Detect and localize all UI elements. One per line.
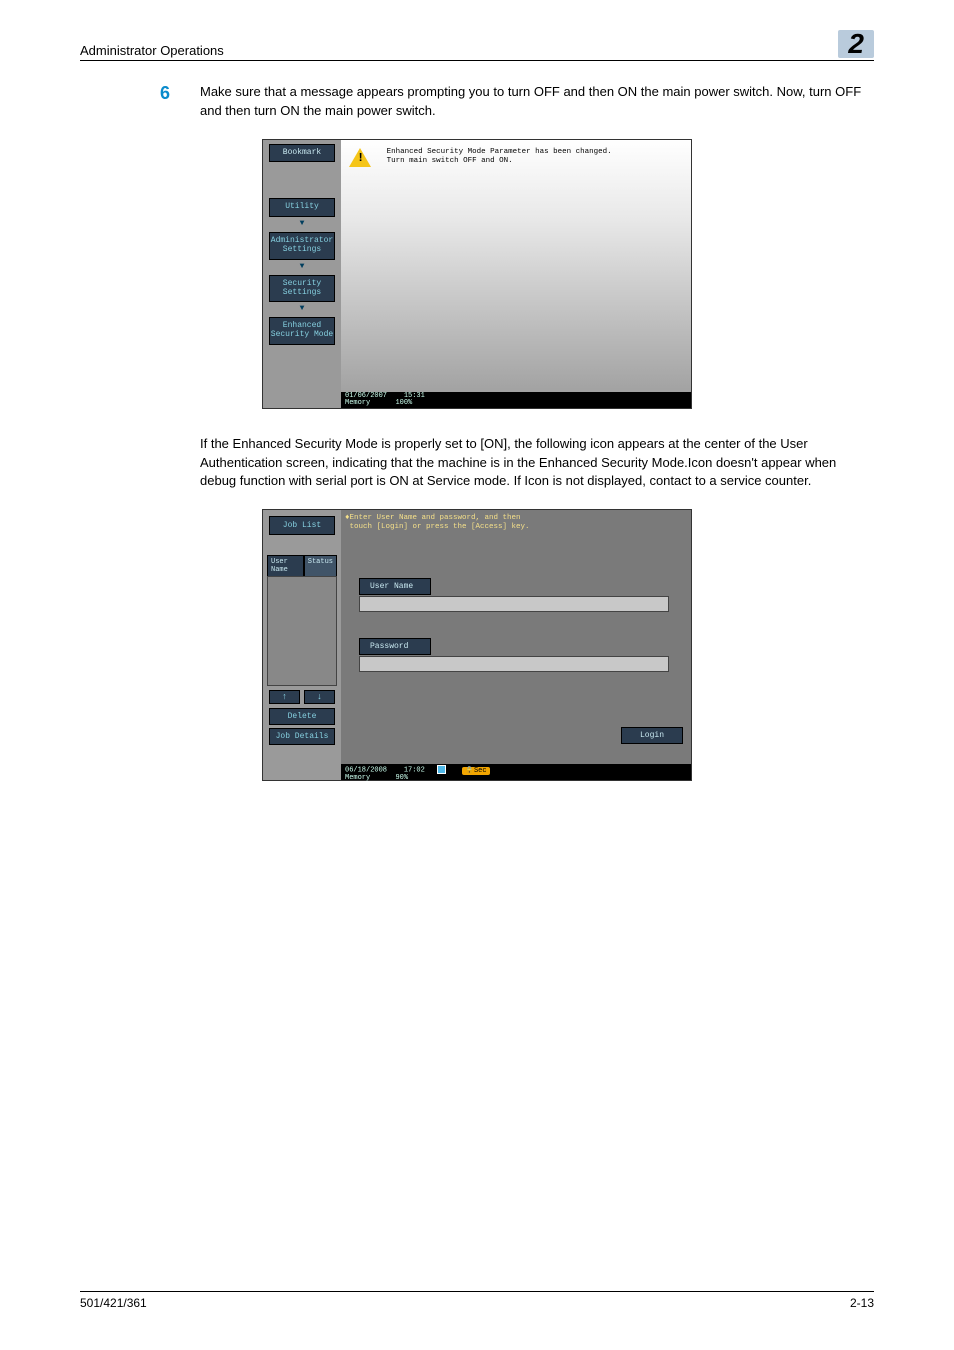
arrow-down-icon: ▼ (263, 304, 341, 313)
username-label[interactable]: User Name (359, 578, 431, 595)
message-panel: Enhanced Security Mode Parameter has bee… (341, 140, 691, 392)
status-mem-label: Memory (345, 399, 370, 407)
header-title: Administrator Operations (80, 43, 224, 58)
nav-buttons: ↑ ↓ (269, 690, 335, 704)
breadcrumb-admin-settings[interactable]: Administrator Settings (269, 232, 335, 260)
page-footer: 501/421/361 2-13 (80, 1291, 874, 1310)
arrow-down-icon: ▼ (263, 219, 341, 228)
screenshot-login: Job List User Name Status ↑ ↓ Delete Job… (262, 509, 692, 781)
scroll-up-button[interactable]: ↑ (269, 690, 300, 704)
env-icon (437, 765, 446, 774)
arrow-down-icon: ▼ (263, 262, 341, 271)
password-label[interactable]: Password (359, 638, 431, 655)
status-mem-val: 90% (395, 774, 408, 782)
step-text: Make sure that a message appears prompti… (200, 83, 874, 121)
breadcrumb-utility[interactable]: Utility (269, 198, 335, 217)
follow-up-paragraph: If the Enhanced Security Mode is properl… (200, 435, 874, 492)
status-bar: 06/18/2008 17:02 🔒Sec Memory 90% (341, 764, 691, 780)
screenshot-security-mode: Bookmark Utility ▼ Administrator Setting… (262, 139, 692, 409)
job-list-area (267, 576, 337, 686)
breadcrumb-enhanced-security[interactable]: Enhanced Security Mode (269, 317, 335, 345)
page-header: Administrator Operations 2 (80, 30, 874, 61)
status-mem-label: Memory (345, 774, 370, 782)
breadcrumb-bookmark[interactable]: Bookmark (269, 144, 335, 163)
footer-right: 2-13 (850, 1296, 874, 1310)
username-input[interactable] (359, 596, 669, 612)
delete-button[interactable]: Delete (269, 708, 335, 725)
footer-left: 501/421/361 (80, 1296, 147, 1310)
breadcrumb-panel: Bookmark Utility ▼ Administrator Setting… (263, 140, 341, 408)
job-tabs: User Name Status (267, 555, 337, 576)
job-details-button[interactable]: Job Details (269, 728, 335, 745)
login-prompt: ♦Enter User Name and password, and then … (345, 514, 530, 531)
status-mem-val: 100% (395, 399, 412, 407)
warning-icon (349, 148, 371, 167)
chapter-badge: 2 (838, 30, 874, 58)
password-input[interactable] (359, 656, 669, 672)
tab-username[interactable]: User Name (267, 555, 304, 576)
login-button[interactable]: Login (621, 727, 683, 744)
joblist-panel: Job List User Name Status ↑ ↓ Delete Job… (263, 510, 341, 780)
login-panel: ♦Enter User Name and password, and then … (341, 510, 691, 764)
tab-status[interactable]: Status (304, 555, 337, 576)
breadcrumb-security-settings[interactable]: Security Settings (269, 275, 335, 303)
status-bar: 01/06/2007 15:31 Memory 100% (341, 392, 691, 408)
step-6: 6 Make sure that a message appears promp… (160, 83, 874, 121)
step-number: 6 (160, 83, 200, 121)
security-badge: 🔒Sec (462, 767, 489, 775)
warning-message: Enhanced Security Mode Parameter has bee… (387, 148, 612, 166)
job-list-button[interactable]: Job List (269, 516, 335, 535)
scroll-down-button[interactable]: ↓ (304, 690, 335, 704)
